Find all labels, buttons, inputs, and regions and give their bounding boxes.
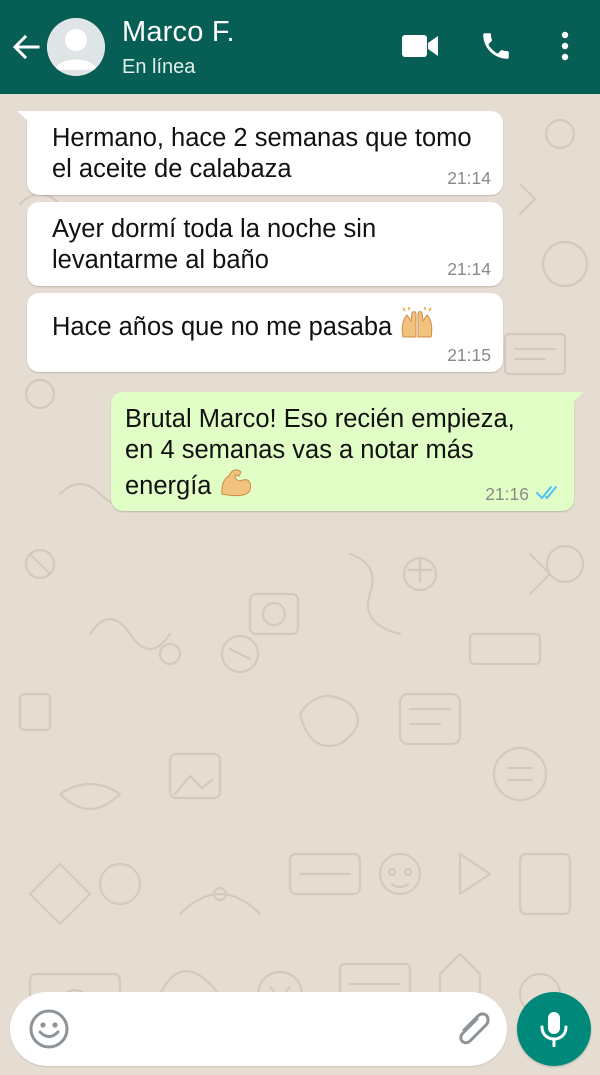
message-bubble-incoming[interactable]: Hermano, hace 2 semanas que tomo el acei… <box>17 111 503 195</box>
more-options-button[interactable] <box>545 26 585 66</box>
message-time: 21:16 <box>485 484 529 504</box>
video-call-button[interactable] <box>400 26 440 66</box>
flexed-biceps-emoji <box>220 469 251 497</box>
emoji-button[interactable] <box>28 1008 70 1050</box>
message-bubble-outgoing[interactable]: Brutal Marco! Eso recién empieza, en 4 s… <box>111 392 584 511</box>
more-vertical-icon <box>561 31 569 61</box>
message-text: Hermano, hace 2 semanas que tomo el acei… <box>52 124 472 183</box>
message-time: 21:15 <box>447 345 491 365</box>
back-arrow-icon <box>12 34 40 60</box>
double-check-read-icon <box>536 486 557 499</box>
attach-button[interactable] <box>450 1006 496 1052</box>
message-time: 21:14 <box>447 168 491 188</box>
video-call-icon <box>402 35 438 57</box>
phone-icon <box>483 33 509 59</box>
mic-button[interactable] <box>517 992 591 1066</box>
mic-icon <box>540 1012 568 1047</box>
phone-call-button[interactable] <box>476 26 516 66</box>
contact-status: En línea <box>122 56 196 78</box>
emoji-icon <box>29 1009 69 1049</box>
message-text: Ayer dormí toda la noche sin levantarme … <box>52 215 377 274</box>
message-text: Hace años que no me pasaba <box>52 307 483 343</box>
message-input[interactable] <box>85 1008 445 1050</box>
attach-icon <box>459 1012 490 1045</box>
message-time: 21:14 <box>447 259 491 279</box>
avatar[interactable] <box>47 18 105 76</box>
raising-hands-emoji <box>402 307 433 338</box>
chat-header: Marco F. En línea <box>0 0 600 94</box>
back-button[interactable] <box>8 29 44 65</box>
message-bubble-incoming[interactable]: Hace años que no me pasaba 21:15 <box>27 293 503 372</box>
bubble-tail <box>564 392 584 410</box>
contact-name[interactable]: Marco F. <box>122 16 235 49</box>
message-composer <box>10 992 507 1066</box>
bubble-tail <box>17 111 37 129</box>
message-bubble-incoming[interactable]: Ayer dormí toda la noche sin levantarme … <box>27 202 503 286</box>
default-avatar-icon <box>47 18 105 76</box>
